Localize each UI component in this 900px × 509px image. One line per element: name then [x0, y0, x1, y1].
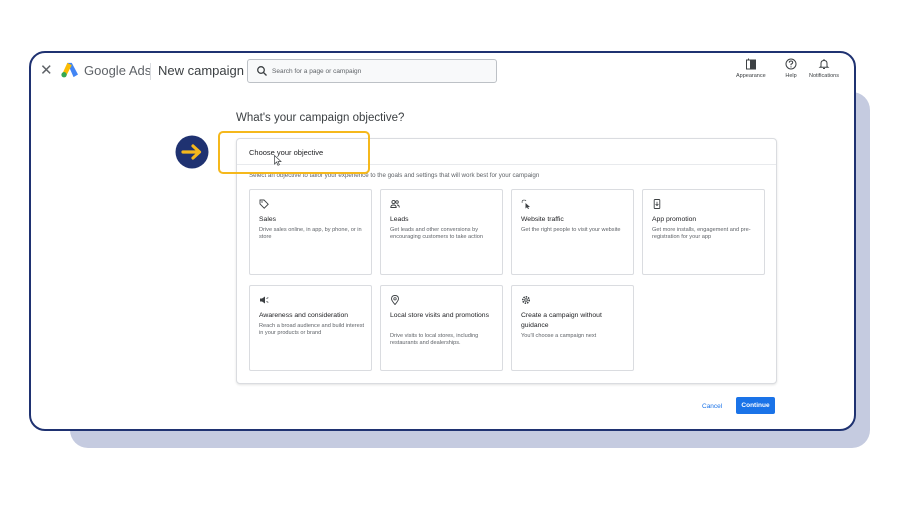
appearance-label: Appearance — [736, 73, 766, 79]
top-bar: ✕ Google Ads New campaign Appearance — [31, 53, 854, 91]
mouse-pointer-icon — [274, 155, 282, 166]
settings-gear-icon — [521, 295, 531, 305]
objective-tile-local-store[interactable]: Local store visits and promotions Drive … — [380, 285, 503, 371]
phone-icon — [653, 199, 661, 209]
highlight-box — [218, 131, 370, 174]
objective-description: Get more installs, engagement and pre-re… — [652, 227, 751, 241]
objective-tile-awareness[interactable]: Awareness and consideration Reach a broa… — [249, 285, 372, 371]
page-title: New campaign — [158, 63, 244, 78]
bell-icon — [818, 59, 830, 69]
appearance-icon — [745, 58, 756, 70]
objective-description: Get the right people to visit your websi… — [521, 227, 621, 233]
people-icon — [390, 199, 400, 208]
page-heading: What's your campaign objective? — [236, 112, 405, 124]
objective-description: You'll choose a campaign next — [521, 333, 597, 339]
objective-tile-app-promotion[interactable]: App promotion Get more installs, engagem… — [642, 189, 765, 275]
browser-window: ✕ Google Ads New campaign Appearance — [29, 51, 856, 431]
location-pin-icon — [391, 295, 399, 305]
help-icon — [785, 58, 797, 70]
objective-description: Get leads and other conversions by encou… — [390, 227, 483, 241]
objective-tile-leads[interactable]: Leads Get leads and other conversions by… — [380, 189, 503, 275]
objective-title: App promotion — [652, 216, 697, 223]
objective-title: Awareness and consideration — [259, 312, 349, 319]
appearance-button[interactable]: Appearance — [736, 58, 766, 79]
megaphone-icon — [260, 296, 269, 304]
objective-title: Website traffic — [521, 216, 564, 223]
notifications-button[interactable]: Notifications — [809, 58, 839, 79]
arrow-right-icon — [175, 135, 209, 169]
search-input[interactable] — [272, 63, 487, 79]
objective-panel: Choose your objective Select an objectiv… — [236, 138, 777, 384]
objective-description: Reach a broad audience and build interes… — [259, 323, 365, 337]
objective-description: Drive sales online, in app, by phone, or… — [259, 227, 362, 241]
brand-name: Google Ads — [84, 63, 152, 78]
continue-button[interactable]: Continue — [736, 397, 775, 414]
objective-title: Create a campaign without guidance — [521, 312, 602, 329]
objective-description: Drive visits to local stores, including … — [390, 333, 479, 347]
objective-title: Local store visits and promotions — [390, 312, 489, 319]
help-button[interactable]: Help — [785, 58, 797, 79]
google-ads-logo-icon — [61, 62, 78, 78]
search-icon — [257, 66, 267, 76]
header-divider — [150, 63, 151, 80]
notifications-label: Notifications — [809, 73, 839, 79]
tag-icon — [259, 199, 269, 209]
objective-tile-sales[interactable]: Sales Drive sales online, in app, by pho… — [249, 189, 372, 275]
search-box[interactable] — [247, 59, 497, 83]
cursor-click-icon — [521, 199, 530, 209]
objective-tile-website-traffic[interactable]: Website traffic Get the right people to … — [511, 189, 634, 275]
help-label: Help — [785, 73, 797, 79]
close-icon[interactable]: ✕ — [40, 62, 53, 80]
objective-title: Leads — [390, 216, 409, 223]
cancel-button[interactable]: Cancel — [702, 399, 722, 414]
objective-tile-no-guidance[interactable]: Create a campaign without guidance You'l… — [511, 285, 634, 371]
objective-title: Sales — [259, 216, 277, 223]
